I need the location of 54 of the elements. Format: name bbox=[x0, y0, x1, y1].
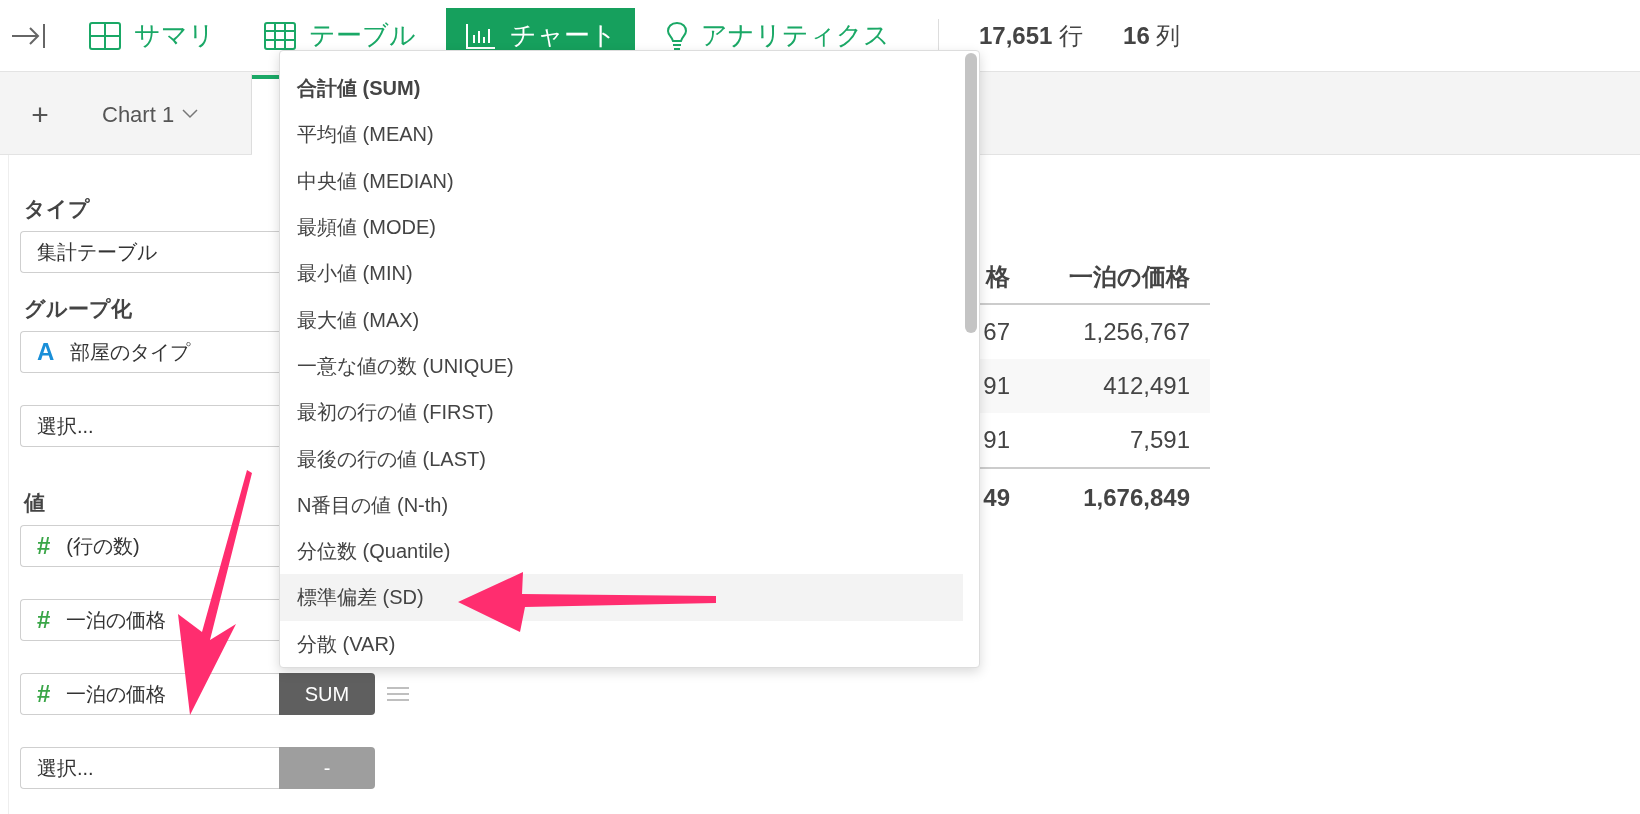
field-value: 部屋のタイプ bbox=[70, 340, 191, 365]
select-field[interactable]: # 一泊の価格 bbox=[20, 599, 279, 641]
menu-item[interactable]: 最小値 (MIN) bbox=[280, 250, 963, 297]
table-cell-text: 412,491 bbox=[1102, 371, 1190, 401]
column-type-label: # bbox=[37, 679, 51, 709]
menu-item[interactable]: 最後の行の値 (LAST) bbox=[280, 435, 963, 482]
field-value: 集計テーブル bbox=[37, 240, 157, 265]
field-value: (行の数) bbox=[66, 534, 140, 559]
section-title: グループ化 bbox=[23, 296, 132, 323]
select-field[interactable]: 選択... bbox=[20, 747, 279, 789]
column-type-label: A bbox=[37, 337, 55, 367]
count-label: 16 列 bbox=[1123, 20, 1181, 51]
aggregate-button[interactable]: SUM bbox=[279, 673, 375, 715]
add-tab-button[interactable]: + bbox=[8, 74, 72, 154]
table-cell-text: 91 bbox=[982, 425, 1010, 455]
menu-item[interactable]: N番目の値 (N-th) bbox=[280, 481, 963, 528]
table-icon bbox=[263, 20, 297, 51]
select-field[interactable]: # 一泊の価格 bbox=[20, 673, 279, 715]
total-cell-text: 49 bbox=[982, 483, 1010, 513]
select-field[interactable]: A 部屋のタイプ bbox=[20, 331, 279, 373]
lightbulb-icon bbox=[665, 20, 689, 51]
menu-item[interactable]: 最初の行の値 (FIRST) bbox=[280, 389, 963, 436]
collapse-icon[interactable] bbox=[10, 21, 46, 50]
scrollbar[interactable] bbox=[965, 53, 977, 333]
column-type-label: # bbox=[37, 531, 51, 561]
column-header: 格 bbox=[984, 261, 1010, 292]
section-title: タイプ bbox=[23, 196, 90, 223]
menu-item[interactable]: 中央値 (MEDIAN) bbox=[280, 157, 963, 204]
menu-item[interactable]: 平均値 (MEAN) bbox=[280, 111, 963, 158]
menu-item[interactable]: 最頻値 (MODE) bbox=[280, 203, 963, 251]
total-cell-text: 1,676,849 bbox=[1082, 483, 1190, 513]
field-value: 選択... bbox=[37, 414, 94, 439]
chevron-down-icon bbox=[182, 109, 199, 119]
column-header: 一泊の価格 bbox=[1068, 261, 1190, 292]
count-label: 17,651 行 bbox=[979, 20, 1084, 51]
table-cell-text: 91 bbox=[982, 371, 1010, 401]
menu-item[interactable]: 分位数 (Quantile) bbox=[280, 527, 963, 575]
menu-item[interactable]: 一意な値の数 (UNIQUE) bbox=[280, 342, 963, 390]
menu-icon[interactable] bbox=[387, 686, 409, 702]
menu-item[interactable]: 合計値 (SUM) bbox=[280, 65, 963, 112]
menu-item[interactable]: 最大値 (MAX) bbox=[280, 296, 963, 343]
section-title: 値 bbox=[22, 490, 45, 517]
select-field[interactable]: # (行の数) bbox=[20, 525, 279, 567]
table-cell-text: 67 bbox=[982, 317, 1010, 347]
column-type-label: # bbox=[37, 605, 51, 635]
table-cell-text: 7,591 bbox=[1128, 425, 1190, 455]
field-value: 一泊の価格 bbox=[66, 608, 167, 633]
select-field[interactable]: 選択... bbox=[20, 405, 279, 447]
select-field[interactable]: 集計テーブル bbox=[20, 231, 279, 273]
field-value: 選択... bbox=[37, 756, 94, 781]
table-cell-text: 1,256,767 bbox=[1082, 317, 1190, 347]
grid-icon bbox=[88, 20, 122, 51]
menu-item[interactable]: 分散 (VAR) bbox=[280, 620, 963, 667]
field-value: 一泊の価格 bbox=[66, 682, 167, 707]
